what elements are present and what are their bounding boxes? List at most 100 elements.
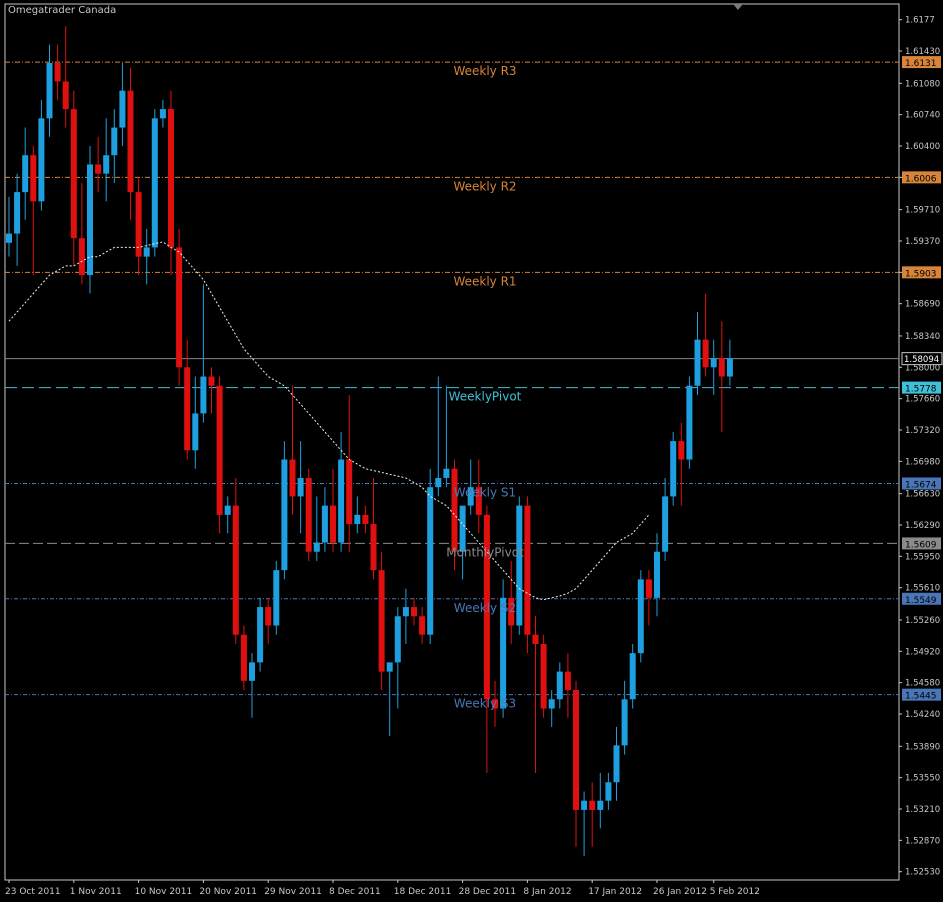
candle-body[interactable] bbox=[289, 459, 296, 497]
candle-body[interactable] bbox=[581, 800, 588, 810]
candle-body[interactable] bbox=[321, 505, 328, 543]
candle-body[interactable] bbox=[427, 487, 434, 635]
candle-body[interactable] bbox=[370, 524, 377, 571]
candle-body[interactable] bbox=[694, 339, 701, 386]
candle-body[interactable] bbox=[168, 109, 174, 248]
candle-body[interactable] bbox=[273, 570, 280, 626]
candle-body[interactable] bbox=[38, 118, 45, 202]
candle-body[interactable] bbox=[22, 155, 29, 193]
candle-body[interactable] bbox=[654, 551, 660, 598]
candle-body[interactable] bbox=[597, 800, 604, 810]
candle-body[interactable] bbox=[394, 616, 401, 663]
candle-body[interactable] bbox=[354, 514, 361, 525]
candle-body[interactable] bbox=[443, 468, 450, 478]
candle-body[interactable] bbox=[645, 579, 652, 598]
plot-frame bbox=[4, 3, 900, 881]
candle-body[interactable] bbox=[103, 155, 110, 174]
candle-body[interactable] bbox=[338, 459, 345, 543]
price-chart[interactable]: 1.6177 1.61430 1.61080 1.60740 1.60400 1.6006… bbox=[0, 0, 943, 902]
y-tick-label: 1.6177 bbox=[905, 16, 935, 26]
candle-body[interactable] bbox=[589, 800, 596, 810]
current-price-label: 1.58094 bbox=[904, 355, 939, 365]
candle-body[interactable] bbox=[249, 662, 255, 681]
x-tick-label: 29 Nov 2011 bbox=[264, 887, 322, 897]
price-tag-label: 1.5609 bbox=[905, 540, 937, 550]
candle-body[interactable] bbox=[435, 477, 442, 488]
level-name-label: Weekly S2 bbox=[454, 601, 516, 615]
candle-body[interactable] bbox=[710, 358, 717, 368]
candle-body[interactable] bbox=[151, 118, 158, 248]
candle-body[interactable] bbox=[573, 690, 579, 810]
candle-body[interactable] bbox=[411, 607, 417, 617]
candle-body[interactable] bbox=[192, 413, 199, 451]
candle-body[interactable] bbox=[313, 542, 320, 552]
candle-body[interactable] bbox=[6, 233, 12, 243]
candle-body[interactable] bbox=[556, 671, 563, 700]
candle-body[interactable] bbox=[95, 164, 102, 174]
candle-body[interactable] bbox=[362, 514, 369, 525]
candle-body[interactable] bbox=[119, 90, 126, 128]
candle-body[interactable] bbox=[127, 90, 134, 193]
candle-body[interactable] bbox=[216, 385, 223, 515]
candle-body[interactable] bbox=[281, 459, 288, 571]
shift-marker-icon[interactable] bbox=[733, 4, 743, 10]
y-tick-label: 1.57660 bbox=[905, 395, 940, 405]
candle-body[interactable] bbox=[265, 607, 272, 626]
candle-body[interactable] bbox=[621, 699, 628, 746]
candle-body[interactable] bbox=[30, 155, 37, 202]
y-tick-label: 1.55950 bbox=[905, 552, 940, 562]
candle-body[interactable] bbox=[54, 63, 61, 82]
candle-body[interactable] bbox=[451, 468, 458, 552]
candle-body[interactable] bbox=[564, 671, 571, 691]
candle-body[interactable] bbox=[330, 505, 336, 543]
y-tick-label: 1.56980 bbox=[905, 457, 940, 467]
candle-body[interactable] bbox=[257, 607, 264, 663]
candle-body[interactable] bbox=[726, 358, 733, 377]
candle-body[interactable] bbox=[240, 634, 247, 681]
candle-body[interactable] bbox=[419, 616, 426, 635]
candle-body[interactable] bbox=[305, 477, 312, 552]
candle-body[interactable] bbox=[670, 441, 677, 497]
candle-body[interactable] bbox=[143, 247, 150, 257]
candle-body[interactable] bbox=[718, 358, 725, 377]
y-tick-label: 1.61080 bbox=[905, 79, 940, 89]
candle-body[interactable] bbox=[111, 127, 118, 156]
candle-body[interactable] bbox=[402, 607, 409, 617]
chart-canvas[interactable]: 1.6177 1.61430 1.61080 1.60740 1.60400 1.6006… bbox=[0, 0, 943, 902]
candle-body[interactable] bbox=[516, 505, 523, 626]
candle-body[interactable] bbox=[662, 496, 669, 552]
candle-body[interactable] bbox=[46, 63, 53, 119]
candle-body[interactable] bbox=[184, 367, 191, 451]
candle-body[interactable] bbox=[637, 579, 644, 654]
candle-body[interactable] bbox=[159, 109, 166, 119]
candle-body[interactable] bbox=[605, 782, 612, 801]
candle-body[interactable] bbox=[224, 505, 231, 515]
candle-body[interactable] bbox=[62, 81, 69, 110]
level-name-label: WeeklyPivot bbox=[449, 390, 522, 404]
candle-body[interactable] bbox=[686, 385, 693, 460]
candle-body[interactable] bbox=[346, 459, 353, 525]
candle-body[interactable] bbox=[297, 477, 304, 497]
candle-body[interactable] bbox=[232, 505, 239, 635]
candle-body[interactable] bbox=[548, 699, 555, 709]
candle-body[interactable] bbox=[702, 339, 709, 368]
candle-body[interactable] bbox=[613, 745, 620, 783]
price-tag-label: 1.6006 bbox=[905, 174, 937, 184]
candle-body[interactable] bbox=[678, 441, 685, 460]
level-name-label: Weekly S3 bbox=[454, 697, 516, 711]
moving-average-line bbox=[8, 241, 650, 601]
y-tick-label: 1.60400 bbox=[905, 142, 940, 152]
candle-body[interactable] bbox=[70, 109, 77, 239]
candle-body[interactable] bbox=[208, 376, 215, 386]
candle-body[interactable] bbox=[532, 634, 539, 644]
candle-body[interactable] bbox=[176, 247, 183, 368]
candle-body[interactable] bbox=[14, 192, 21, 234]
candle-body[interactable] bbox=[386, 662, 393, 672]
candle-body[interactable] bbox=[629, 653, 636, 700]
candle-body[interactable] bbox=[200, 376, 207, 414]
candle-body[interactable] bbox=[378, 570, 385, 672]
candle-body[interactable] bbox=[540, 643, 547, 709]
candle-body[interactable] bbox=[524, 505, 531, 635]
candle-body[interactable] bbox=[87, 164, 93, 276]
candle-body[interactable] bbox=[78, 238, 85, 276]
